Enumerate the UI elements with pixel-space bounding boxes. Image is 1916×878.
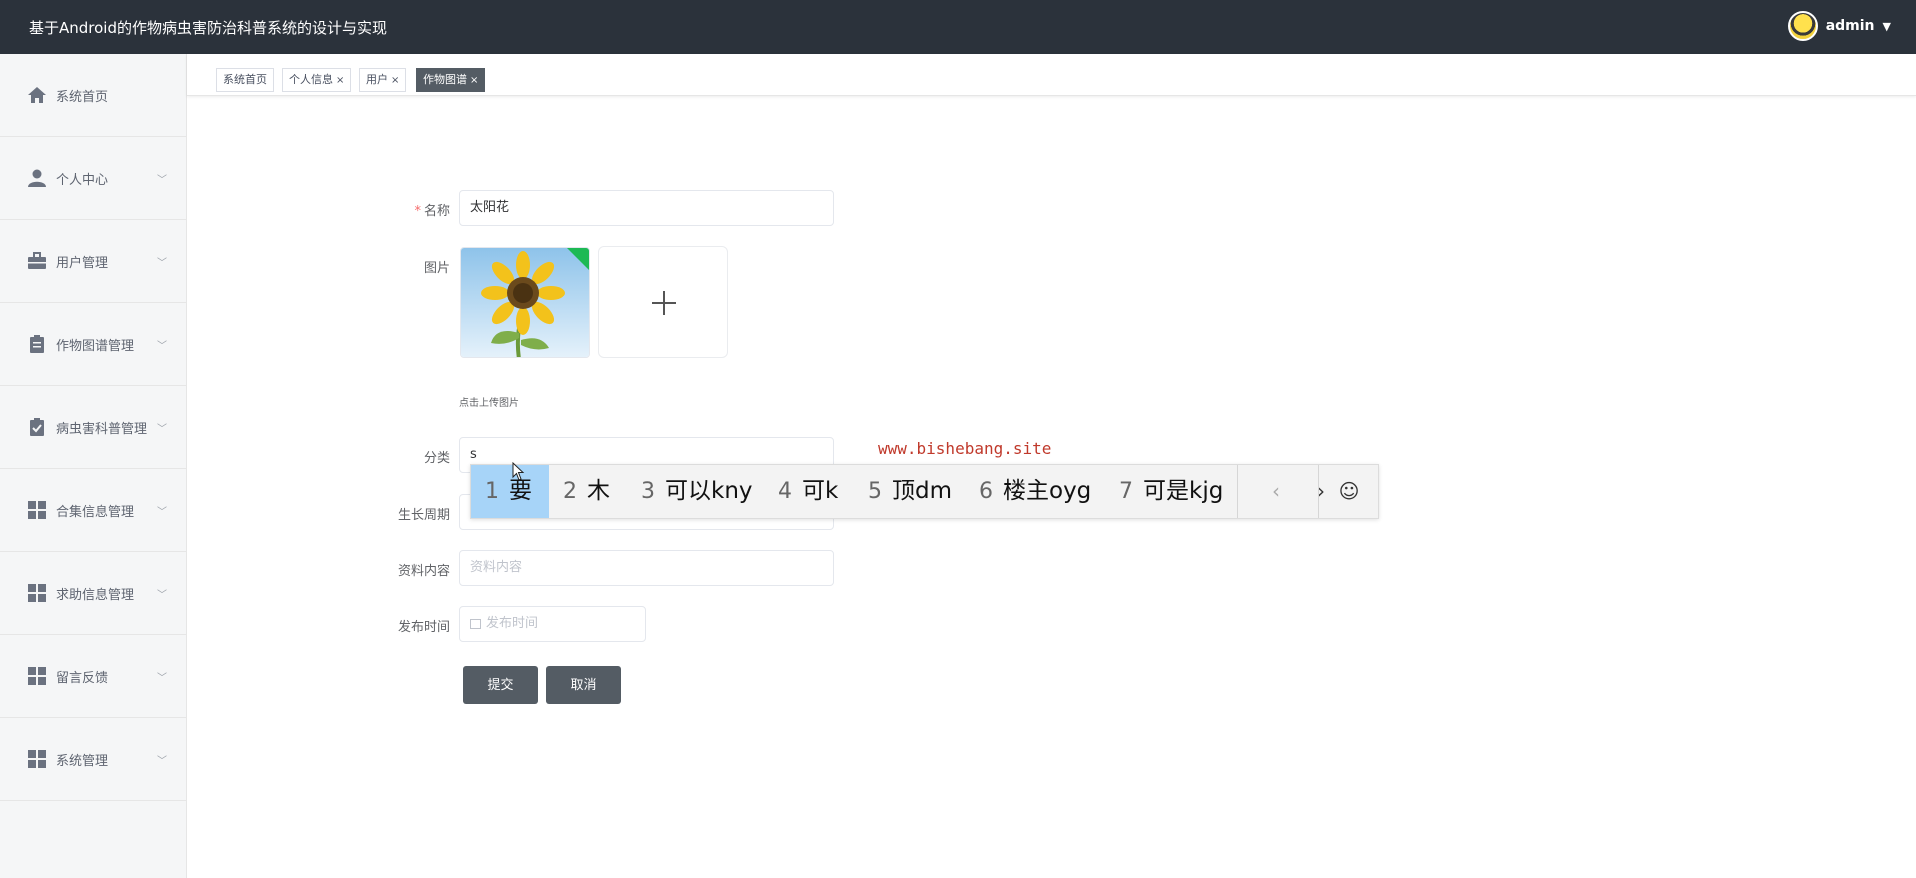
ime-emoji-icon[interactable]: ☺ (1329, 465, 1369, 518)
username[interactable]: admin (1826, 18, 1875, 34)
ime-candidate[interactable]: 2木 (563, 465, 610, 518)
tab-bar: 系统首页 个人信息 × 用户 × 作物图谱 × (187, 54, 1916, 96)
chevron-down-icon: ﹀ (157, 257, 167, 269)
sidebar-item-personal[interactable]: 个人中心 ﹀ (0, 137, 187, 220)
chevron-down-icon: ﹀ (157, 672, 167, 684)
ime-candidate[interactable]: 3 可以kny (641, 465, 753, 518)
chevron-down-icon: ﹀ (157, 506, 167, 518)
briefcase-icon (28, 252, 46, 269)
upload-tip: 点击上传图片 (459, 398, 519, 409)
sidebar-item-feedback[interactable]: 留言反馈 ﹀ (0, 635, 187, 718)
avatar[interactable] (1787, 11, 1818, 41)
sidebar-item-system[interactable]: 系统管理 ﹀ (0, 718, 187, 801)
grid-icon (28, 584, 46, 602)
sidebar-item-pest-science[interactable]: 病虫害科普管理 ﹀ (0, 386, 187, 469)
sidebar-item-label: 系统首页 (56, 89, 109, 105)
sidebar-item-home[interactable]: 系统首页 (0, 54, 187, 137)
user-menu[interactable]: admin ▼ (1787, 11, 1891, 41)
clipboard-check-icon (30, 418, 44, 436)
calendar-icon (470, 618, 481, 629)
chevron-down-icon: ﹀ (157, 589, 167, 601)
sidebar-item-label: 求助信息管理 (56, 587, 135, 603)
tab-label: 系统首页 (223, 73, 267, 86)
tab-home[interactable]: 系统首页 (216, 68, 274, 92)
required-mark: * (414, 204, 421, 219)
sunflower-image (461, 248, 589, 357)
chevron-down-icon: ﹀ (157, 340, 167, 352)
mouse-cursor-icon (512, 462, 525, 481)
tab-personal-info[interactable]: 个人信息 × (282, 68, 352, 92)
chevron-down-icon: ﹀ (157, 755, 167, 767)
publish-time-picker[interactable]: 发布时间 (459, 606, 646, 642)
sidebar: 系统首页 个人中心 ﹀ 用户管理 ﹀ 作物图谱管理 ﹀ 病虫害科普管理 ﹀ 合集… (0, 54, 187, 878)
close-icon[interactable]: × (470, 75, 478, 86)
top-header: 基于Android的作物病虫害防治科普系统的设计与实现 admin ▼ (0, 0, 1916, 54)
ime-candidate[interactable]: 5 顶dm (868, 465, 952, 518)
watermark: www.bishebang.site (878, 439, 1052, 458)
sidebar-item-label: 留言反馈 (56, 670, 109, 686)
ime-prev-page-icon[interactable]: ‹ (1256, 465, 1296, 518)
image-label: 图片 (423, 261, 450, 276)
user-icon (28, 169, 46, 187)
name-input[interactable]: 太阳花 (459, 190, 834, 226)
sidebar-item-label: 合集信息管理 (56, 504, 135, 520)
upload-add-button[interactable] (598, 246, 728, 358)
tab-users[interactable]: 用户 × (359, 68, 407, 92)
growth-period-label: 生长周期 (397, 508, 450, 523)
sidebar-item-crop-atlas[interactable]: 作物图谱管理 ﹀ (0, 303, 187, 386)
sidebar-item-label: 作物图谱管理 (56, 338, 135, 354)
clipboard-icon (30, 335, 44, 353)
name-label: * 名称 (414, 204, 450, 219)
category-label: 分类 (423, 451, 450, 466)
sidebar-item-help[interactable]: 求助信息管理 ﹀ (0, 552, 187, 635)
sidebar-item-label: 用户管理 (56, 255, 109, 271)
content-label: 资料内容 (397, 564, 450, 579)
sidebar-item-label: 系统管理 (56, 753, 109, 769)
close-icon[interactable]: × (336, 75, 344, 86)
content-input[interactable]: 资料内容 (459, 550, 834, 586)
tab-label: 用户 (366, 73, 388, 86)
cancel-button[interactable]: 取消 (546, 666, 621, 704)
sidebar-item-collection[interactable]: 合集信息管理 ﹀ (0, 469, 187, 552)
uploaded-image-thumbnail[interactable] (460, 247, 590, 358)
grid-icon (28, 501, 46, 519)
ime-candidate[interactable]: 6 楼主oyg (979, 465, 1091, 518)
sidebar-item-users[interactable]: 用户管理 ﹀ (0, 220, 187, 303)
tab-label: 个人信息 (289, 73, 333, 86)
publish-time-label: 发布时间 (397, 620, 450, 635)
ime-candidate[interactable]: 1要 (471, 465, 549, 518)
caret-down-icon[interactable]: ▼ (1883, 20, 1891, 33)
app-title: 基于Android的作物病虫害防治科普系统的设计与实现 (29, 19, 387, 37)
ime-candidate-window: 1要 2木 3 可以kny 4 可k 5 顶dm 6 楼主oyg 7 可是kjg ‹ › … (470, 464, 1379, 519)
sidebar-item-label: 个人中心 (56, 172, 109, 188)
sidebar-item-label: 病虫害科普管理 (56, 421, 148, 437)
tab-label: 作物图谱 (423, 73, 467, 86)
ime-candidate[interactable]: 4 可k (778, 465, 838, 518)
chevron-down-icon: ﹀ (157, 174, 167, 186)
close-icon[interactable]: × (391, 75, 399, 86)
chevron-down-icon: ﹀ (157, 423, 167, 435)
tab-crop-atlas[interactable]: 作物图谱 × (416, 68, 486, 92)
ime-candidate[interactable]: 7 可是kjg (1119, 465, 1223, 518)
submit-button[interactable]: 提交 (463, 666, 538, 704)
grid-icon (28, 750, 46, 768)
home-icon (28, 87, 46, 103)
grid-icon (28, 667, 46, 685)
